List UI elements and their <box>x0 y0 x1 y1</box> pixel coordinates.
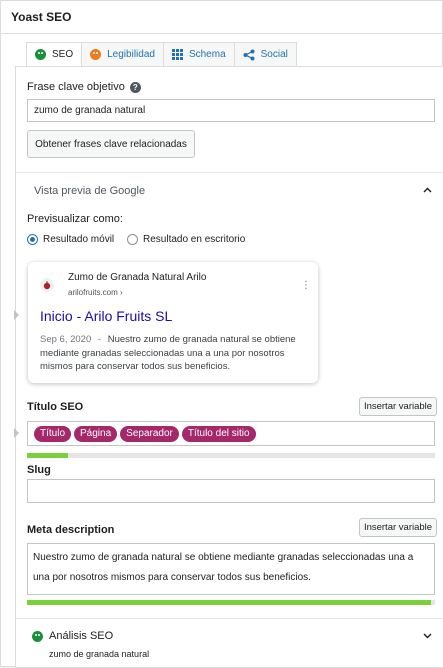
green-smiley-icon <box>32 630 43 642</box>
keyphrase-input[interactable]: zumo de granada natural <box>27 99 435 122</box>
preview-as-label: Previsualizar como: <box>27 213 123 225</box>
caret-left-icon <box>14 428 19 438</box>
radio-desktop-dot[interactable] <box>127 234 138 245</box>
tab-social[interactable]: Social <box>234 42 297 67</box>
seo-title-progress-fill <box>27 453 68 458</box>
seo-title-progress <box>27 453 435 458</box>
google-serp-card: Zumo de Granada Natural Arilo arilofruit… <box>28 262 318 383</box>
serp-link-title[interactable]: Inicio - Arilo Fruits SL <box>40 308 172 324</box>
seo-tab-content: Frase clave objetivo ? zumo de granada n… <box>14 66 443 668</box>
keyphrase-label: Frase clave objetivo <box>27 81 125 93</box>
variable-pill[interactable]: Título del sitio <box>181 425 256 442</box>
serp-url: arilofruits.com › <box>68 288 123 297</box>
divider <box>16 172 443 173</box>
serp-site-name: Zumo de Granada Natural Arilo <box>68 272 207 283</box>
radio-desktop[interactable]: Resultado en escritorio <box>127 234 245 245</box>
favicon-icon <box>40 278 54 292</box>
tab-readability[interactable]: Legibilidad <box>82 42 164 67</box>
related-keyphrases-button[interactable]: Obtener frases clave relacionadas <box>27 130 195 158</box>
radio-mobile-label: Resultado móvil <box>43 234 115 245</box>
google-preview-title[interactable]: Vista previa de Google <box>34 185 145 197</box>
tab-seo[interactable]: SEO <box>26 42 83 67</box>
meta-progress-fill <box>27 600 431 605</box>
caret-left-icon <box>14 310 19 320</box>
keyphrase-label-row: Frase clave objetivo ? <box>27 81 141 93</box>
serp-snippet: Sep 6, 2020 - Nuestro zumo de granada na… <box>40 333 310 374</box>
green-smiley-icon <box>35 49 46 60</box>
chevron-up-icon[interactable] <box>423 187 432 193</box>
seo-title-input[interactable]: Título Página Separador Título del sitio <box>27 421 435 446</box>
seo-analysis-header[interactable]: Análisis SEO <box>32 630 113 642</box>
divider <box>16 618 443 619</box>
meta-progress <box>27 600 435 605</box>
tab-readability-label: Legibilidad <box>107 49 155 60</box>
orange-smiley-icon <box>90 49 102 60</box>
help-icon[interactable]: ? <box>129 81 141 93</box>
serp-date: Sep 6, 2020 <box>40 334 92 345</box>
radio-mobile[interactable]: Resultado móvil <box>27 234 114 245</box>
slug-input[interactable] <box>27 479 435 503</box>
tab-seo-label: SEO <box>52 49 74 60</box>
chevron-down-icon[interactable] <box>423 633 432 639</box>
meta-description-input[interactable]: Nuestro zumo de granada natural se obtie… <box>27 543 435 595</box>
variable-pill[interactable]: Título <box>34 425 72 442</box>
radio-mobile-dot[interactable] <box>27 234 38 245</box>
variable-pill[interactable]: Página <box>74 425 118 442</box>
tab-bar: SEO Legibilidad Schema Social <box>26 42 297 67</box>
tab-schema[interactable]: Schema <box>163 42 235 67</box>
tab-schema-label: Schema <box>188 49 226 60</box>
serp-menu-icon[interactable]: ⋮ <box>301 280 311 291</box>
insert-variable-meta-button[interactable]: Insertar variable <box>359 518 437 537</box>
tab-social-label: Social <box>260 49 288 60</box>
seo-title-label: Título SEO <box>27 401 84 413</box>
share-icon <box>243 49 255 60</box>
slug-label: Slug <box>27 464 51 476</box>
meta-description-label: Meta description <box>27 524 115 536</box>
radio-desktop-label: Resultado en escritorio <box>143 234 246 245</box>
panel-title: Yoast SEO <box>1 1 442 34</box>
yoast-seo-panel: Yoast SEO SEO Legibilidad Schema Social <box>0 0 443 668</box>
grid-icon <box>171 49 183 60</box>
serp-date-separator: - <box>97 334 102 345</box>
seo-analysis-title: Análisis SEO <box>49 630 114 642</box>
seo-analysis-keyphrase: zumo de granada natural <box>49 649 150 659</box>
variable-pill[interactable]: Separador <box>120 425 179 442</box>
insert-variable-title-button[interactable]: Insertar variable <box>359 397 437 416</box>
